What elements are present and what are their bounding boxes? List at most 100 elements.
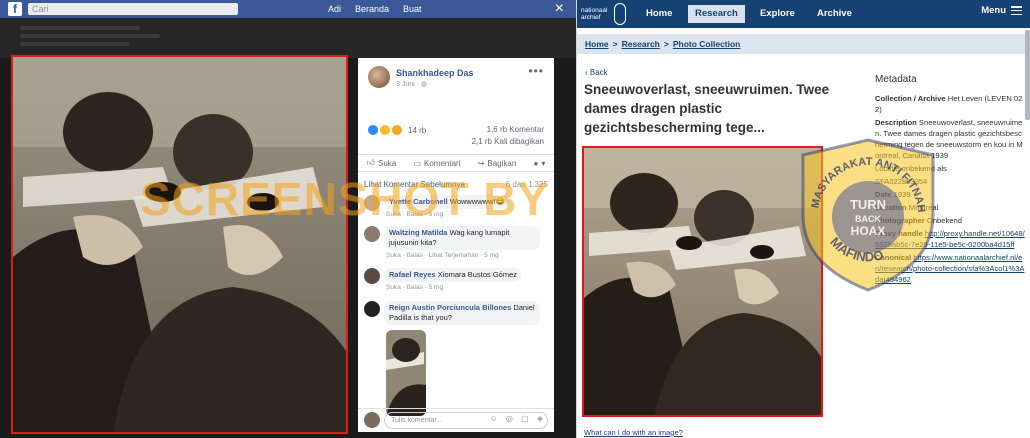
facebook-topbar: f Cari Adi Beranda Buat	[0, 0, 576, 18]
meta-label: Proxy handle	[875, 229, 923, 238]
breadcrumb-separator: >	[612, 39, 618, 49]
archief-logo-line2: archief	[581, 14, 601, 21]
author-avatar[interactable]	[368, 66, 390, 88]
commenter-avatar[interactable]	[364, 195, 380, 211]
comment-pagination: 6 dari 1.325	[505, 180, 548, 189]
meta-label: Description	[875, 118, 917, 127]
meta-ref: SFA022803354	[875, 176, 1025, 187]
comment-label: Komentari	[424, 158, 461, 168]
post-photo[interactable]	[11, 55, 348, 434]
nav-archive[interactable]: Archive	[810, 5, 859, 23]
post-sidebar: Shankhadeep Das 3 Juni · ◍ ••• 14 rb 1,6…	[358, 58, 554, 432]
meta-label: Collection / Archive	[875, 94, 946, 103]
meta-date: Date 1939	[875, 189, 1025, 200]
comment-image[interactable]	[386, 330, 426, 416]
reaction-summary[interactable]: 14 rb	[368, 125, 426, 135]
menu-label: Menu	[981, 5, 1006, 16]
breadcrumb-photo-collection[interactable]: Photo Collection	[673, 39, 741, 49]
commenter-avatar[interactable]	[364, 226, 380, 242]
archief-navbar: nationaal archief Home Research Explore …	[577, 0, 1030, 28]
comment-meta[interactable]: Suka · Balas · Lihat Terjemahan · 5 mg	[386, 252, 499, 259]
meta-value: Locatie onbekend	[875, 164, 935, 173]
archief-logo[interactable]: nationaal archief	[581, 3, 627, 25]
comment-text: Xiomara Bustos Gómez	[437, 270, 517, 279]
comment-meta[interactable]: Suka · Balas · 5 mg	[386, 211, 443, 218]
breadcrumb-home[interactable]: Home	[585, 39, 609, 49]
meta-value: 1939	[893, 190, 911, 199]
nav-home[interactable]: Home	[639, 5, 679, 23]
share-button[interactable]: ↪ Bagikan	[478, 159, 517, 168]
meta-location: Location Montreal	[875, 202, 1025, 213]
back-label: Back	[589, 68, 608, 77]
current-user-avatar	[364, 412, 380, 428]
more-options-icon[interactable]: •••	[528, 64, 544, 78]
profile-dot-icon: ●	[533, 158, 539, 168]
record-photo[interactable]	[582, 146, 823, 417]
comment-bubble: Yvette Carbonell Wowwwwww!😂	[384, 195, 510, 209]
archief-logo-text: nationaal archief	[581, 7, 607, 21]
background-line	[20, 26, 140, 30]
back-link[interactable]: ‹ Back	[585, 68, 608, 77]
meta-label: Date	[875, 190, 892, 199]
facebook-nav: Adi Beranda Buat	[328, 4, 422, 14]
chevron-down-icon: ▾	[541, 158, 546, 168]
meta-label: als	[937, 164, 947, 173]
comment-bubble: Waltzing Matilda Wag kang lumapit jujusu…	[384, 226, 540, 250]
previous-comments-link[interactable]: Lihat Komentar Sebelumnya	[364, 180, 465, 189]
comment-text: Wowwwwww!😂	[449, 197, 505, 206]
commenter-avatar[interactable]	[364, 301, 380, 317]
post-author[interactable]: Shankhadeep Das	[396, 68, 474, 78]
meta-label: Photographer	[875, 216, 925, 225]
like-button[interactable]: 👍︎ Suka	[367, 158, 397, 168]
commenter-name[interactable]: Yvette Carbonell	[389, 197, 448, 206]
audience-selector[interactable]: ● ▾	[534, 159, 546, 168]
nav-research[interactable]: Research	[688, 5, 745, 23]
commenter-name[interactable]: Waltzing Matilda	[389, 228, 447, 237]
meta-value: SFA022803354	[875, 177, 928, 186]
nav-home[interactable]: Beranda	[355, 4, 389, 14]
page-scrollbar[interactable]	[1025, 30, 1030, 120]
commenter-name[interactable]: Reign Austin Porciuncula Billones	[389, 303, 511, 312]
menu-button[interactable]: Menu	[981, 5, 1022, 16]
nav-create[interactable]: Buat	[403, 4, 422, 14]
comment-bubble: Reign Austin Porciuncula Billones Daniel…	[384, 301, 540, 325]
facebook-logo-icon[interactable]: f	[8, 2, 22, 16]
meta-label: Location	[875, 203, 907, 212]
commenter-avatar[interactable]	[364, 268, 380, 284]
comment-composer: Tulis komentar... ☺ ◎ ▢ ◈	[358, 408, 554, 432]
speech-bubble-icon: ▭	[413, 158, 421, 168]
nav-explore[interactable]: Explore	[753, 5, 802, 23]
image-usage-link[interactable]: What can I do with an image?	[584, 428, 683, 437]
vintage-photo-image	[584, 148, 821, 415]
comment-count[interactable]: 1,6 rb Komentar	[472, 124, 544, 136]
share-arrow-icon: ↪	[477, 158, 485, 168]
comment-tool-icons[interactable]: ☺ ◎ ▢ ◈	[489, 414, 546, 423]
share-count[interactable]: 2,1 rb Kali dibagikan	[472, 136, 545, 148]
nav-profile[interactable]: Adi	[328, 4, 341, 14]
close-icon[interactable]: ×	[555, 0, 564, 18]
meta-value: Montreal	[908, 203, 939, 212]
globe-icon: ◍	[420, 81, 428, 88]
breadcrumb-separator: >	[663, 39, 669, 49]
facebook-photo-viewer: f Cari Adi Beranda Buat × Shankhadeep Da…	[0, 0, 576, 438]
like-reaction-icon	[368, 125, 378, 135]
meta-proxy: Proxy handle http://proxy.handle.net/106…	[875, 228, 1025, 250]
haha-reaction-icon	[380, 125, 390, 135]
meta-description: Description Sneeuwoverlast, sneeuwruimen…	[875, 117, 1025, 161]
facebook-search-input[interactable]: Cari	[28, 3, 238, 15]
background-feed	[0, 18, 576, 58]
metadata-heading: Metadata	[875, 74, 917, 85]
hamburger-icon	[1011, 6, 1022, 15]
archief-emblem-icon	[614, 3, 626, 25]
meta-value: Onbekend	[926, 216, 962, 225]
commenter-name[interactable]: Rafael Reyes	[389, 270, 436, 279]
breadcrumb-research[interactable]: Research	[622, 39, 660, 49]
meta-photographer: Photographer Onbekend	[875, 215, 1025, 226]
comment-button[interactable]: ▭ Komentari	[413, 159, 460, 168]
reaction-count: 14 rb	[408, 125, 427, 135]
breadcrumb-bar: Home > Research > Photo Collection	[577, 34, 1030, 54]
archief-page: nationaal archief Home Research Explore …	[577, 0, 1030, 438]
meta-canonical: Canonical https://www.nationaalarchief.n…	[875, 252, 1025, 285]
comment-meta[interactable]: Suka · Balas · 5 mg	[386, 284, 443, 291]
comment-thumbnail-image	[386, 330, 426, 416]
